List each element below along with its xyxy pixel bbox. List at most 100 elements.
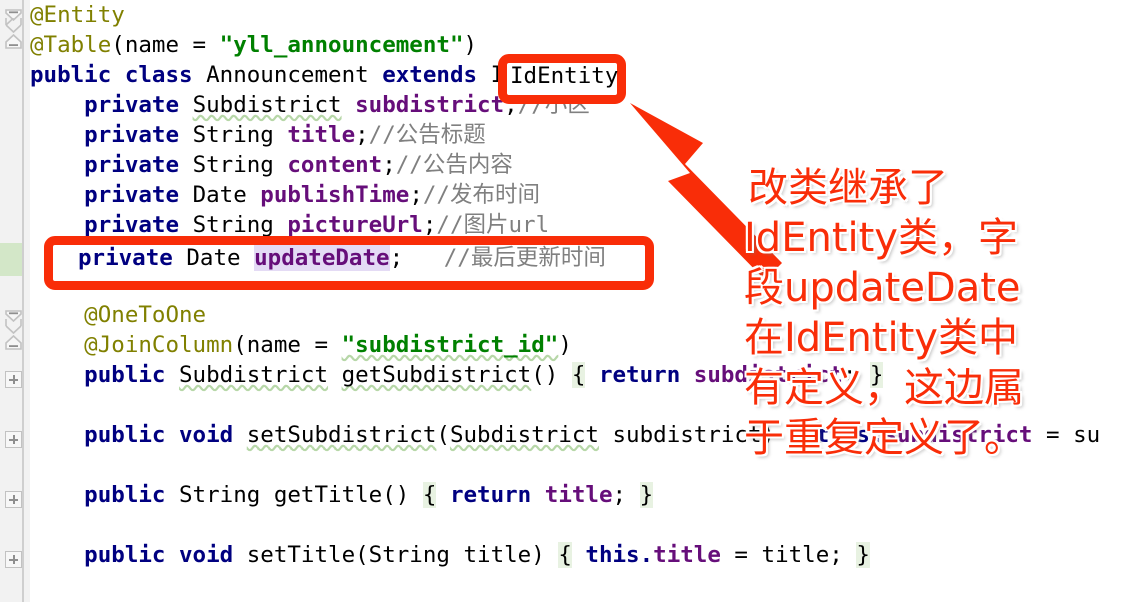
code-token: { [422, 482, 437, 508]
boxed-identifier-label: IdEntity [510, 63, 619, 89]
code-token: title [653, 542, 721, 568]
fold-expand-set-subdistrict-icon[interactable] [5, 431, 22, 448]
fold-expand-get-title-icon[interactable] [5, 491, 22, 508]
code-token: () [531, 362, 572, 388]
code-token: getSubdistrict [341, 362, 532, 388]
gutter-rail [22, 0, 24, 602]
code-token: ; [422, 212, 437, 238]
highlighted-code-line: private Date updateDate; //最后更新时间 [78, 243, 606, 273]
editor-gutter [0, 0, 30, 602]
code-token: return [436, 482, 545, 508]
code-token: private [30, 152, 193, 178]
code-token: String [192, 212, 288, 238]
code-token: "yll_announcement" [219, 32, 464, 58]
fold-collapse-joincolumn-icon[interactable] [5, 334, 22, 351]
code-token: Subdistrict [449, 422, 599, 448]
code-line-table[interactable]: @Table(name = "yll_announcement") [30, 30, 477, 60]
code-token: (String title) [355, 542, 559, 568]
annotation-note-line-2: IdEntity类，字 [744, 215, 1018, 261]
code-token: ; [409, 182, 423, 208]
code-token: String [192, 122, 288, 148]
annotation-note-line-4: 在IdEntity类中 [744, 315, 1018, 361]
code-token: name [124, 32, 180, 58]
code-token: title [544, 482, 613, 508]
code-token: //图片url [436, 212, 550, 238]
code-token: ( [233, 332, 247, 358]
code-line-get-title[interactable]: public String getTitle() { return title;… [30, 480, 654, 510]
code-token: Subdistrict [179, 362, 329, 388]
code-token: //公告标题 [368, 122, 486, 148]
gutter-change-marker [0, 243, 22, 276]
code-token: subdistrict [355, 92, 505, 118]
code-token: setSubdistrict [246, 422, 437, 448]
code-token: = [300, 332, 342, 358]
code-token: () [382, 482, 423, 508]
code-line-field-title[interactable]: private String title;//公告标题 [30, 120, 486, 150]
code-token: ; [389, 245, 404, 271]
fold-expand-set-title-icon[interactable] [5, 551, 22, 568]
code-token: setTitle [246, 542, 356, 568]
code-token: @Table [30, 32, 112, 58]
code-token: public [30, 362, 180, 388]
code-line-onetoone[interactable]: @OneToOne [30, 300, 206, 330]
code-token: private [78, 245, 187, 271]
code-token: getTitle [273, 482, 383, 508]
code-token: public class [30, 62, 207, 88]
code-token: Announcement [206, 62, 383, 88]
code-token: ; [355, 122, 369, 148]
code-token: ) [558, 332, 572, 358]
fold-collapse-entity-icon[interactable] [5, 6, 22, 22]
code-token: ; [382, 152, 396, 178]
code-token: private [30, 122, 193, 148]
code-token: ( [111, 32, 125, 58]
code-line-field-content[interactable]: private String content;//公告内容 [30, 150, 513, 180]
fold-expand-get-subdistrict-icon[interactable] [5, 371, 22, 388]
code-token: public void [30, 422, 247, 448]
code-token: public [30, 482, 180, 508]
code-token: } [639, 482, 654, 508]
code-token: this. [571, 542, 654, 568]
code-line-set-title[interactable]: public void setTitle(String title) { thi… [30, 540, 870, 570]
annotation-note-line-5: 有定义，这边属 [744, 365, 1024, 411]
code-token: private [30, 182, 193, 208]
code-token: public void [30, 542, 247, 568]
code-token: String [192, 152, 288, 178]
code-token: = su [1032, 422, 1101, 448]
code-token: "subdistrict_id" [341, 332, 559, 358]
code-token: extends [382, 62, 491, 88]
code-token: String [179, 482, 274, 508]
code-token: //最后更新时间 [403, 245, 606, 271]
code-token: @OneToOne [30, 302, 207, 328]
code-token: return [585, 362, 694, 388]
code-token: Subdistrict [192, 92, 342, 118]
code-token: //发布时间 [422, 182, 540, 208]
code-token: Date [192, 182, 261, 208]
code-token: ) [463, 32, 478, 58]
code-line-field-publishtime[interactable]: private Date publishTime;//发布时间 [30, 180, 540, 210]
code-token: Date [186, 245, 255, 271]
annotation-note-line-1: 改类继承了 [748, 165, 948, 211]
code-editor-screenshot: @Entity @Table(name = "yll_announcement"… [0, 0, 1128, 602]
code-token: = title; [720, 542, 857, 568]
code-token: pictureUrl [287, 212, 423, 238]
code-token: { [571, 362, 586, 388]
code-token: private [30, 212, 193, 238]
code-token: ( [436, 422, 450, 448]
code-line-entity[interactable]: @Entity [30, 0, 125, 30]
annotation-note-line-3: 段updateDate [744, 265, 1021, 311]
code-token: } [856, 542, 870, 568]
code-token: content [287, 152, 383, 178]
code-token: @JoinColumn [30, 332, 234, 358]
code-token: title [287, 122, 356, 148]
fold-collapse-table-icon[interactable] [5, 33, 22, 50]
annotation-note-line-6: 于重复定义了。 [744, 415, 1024, 461]
code-token: @Entity [30, 2, 125, 28]
code-token: { [558, 542, 572, 568]
code-token: //公告内容 [395, 152, 513, 178]
code-line-joincolumn[interactable]: @JoinColumn(name = "subdistrict_id") [30, 330, 572, 360]
code-token: publishTime [260, 182, 410, 208]
fold-collapse-onetoone-icon[interactable] [5, 307, 22, 323]
code-token: ; [612, 482, 640, 508]
